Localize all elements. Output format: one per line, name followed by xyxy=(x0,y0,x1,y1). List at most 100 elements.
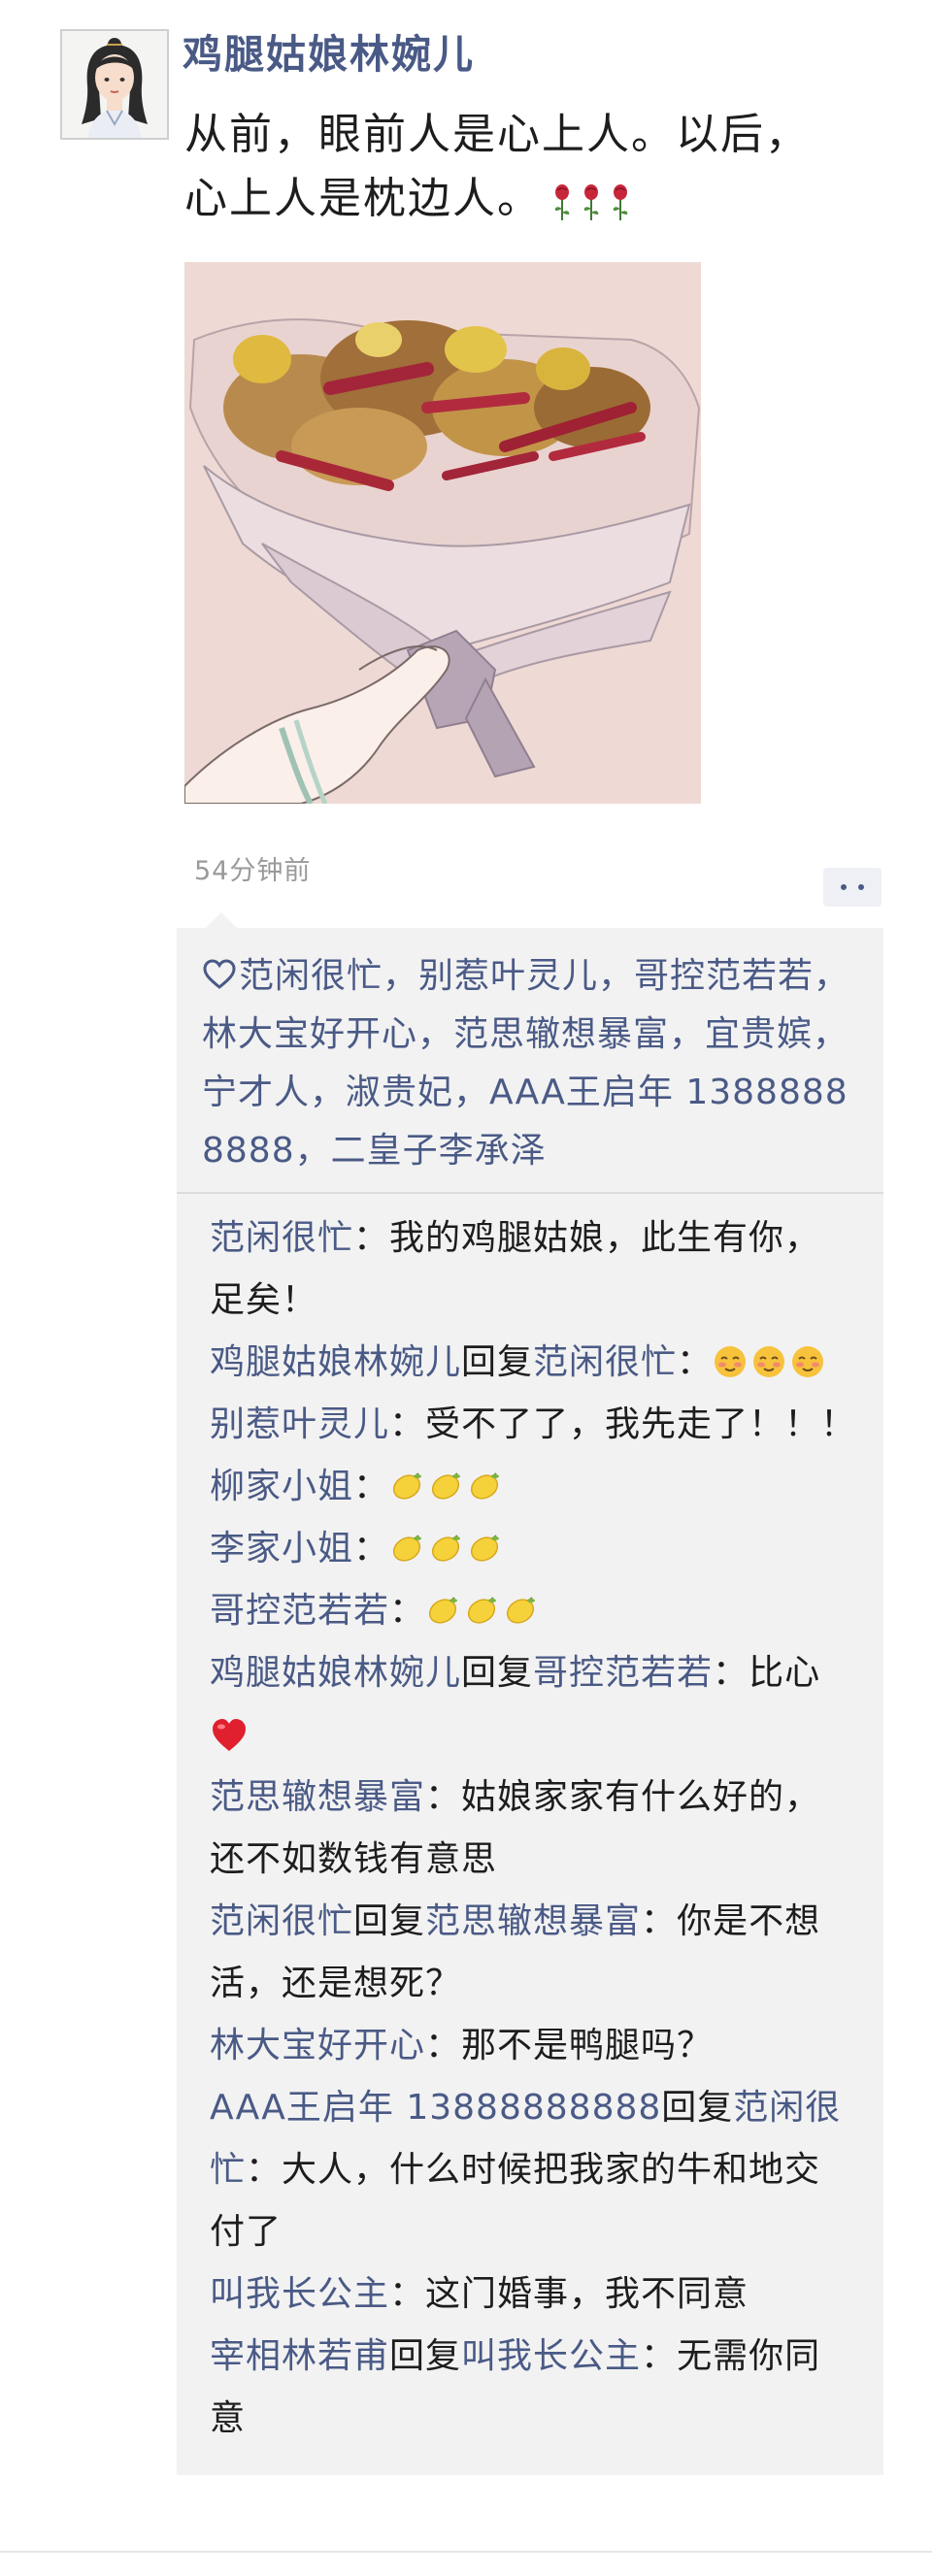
blush-face-icon xyxy=(792,1346,824,1377)
commenter-name[interactable]: 宰相林若甫 xyxy=(210,2336,389,2376)
avatar[interactable] xyxy=(60,29,169,140)
lemon-icon xyxy=(392,1472,422,1500)
lemon-icon xyxy=(431,1535,461,1562)
likes-comments-box: 范闲很忙，别惹叶灵儿，哥控范若若， 林大宝好开心，范思辙想暴富，宜贵嫔， 宁才人… xyxy=(177,928,883,2475)
heart-outline-icon xyxy=(203,959,236,989)
comment-text: 姑娘家家有什么好的， xyxy=(461,1777,821,1817)
likes-list: 范闲很忙，别惹叶灵儿，哥控范若若， 林大宝好开心，范思辙想暴富，宜贵嫔， 宁才人… xyxy=(177,928,883,1194)
comment-separator: ： xyxy=(389,2274,426,2314)
comment-separator: ： xyxy=(246,2150,283,2190)
commenter-name[interactable]: 鸡腿姑娘林婉儿 xyxy=(210,1653,461,1693)
likes-line[interactable]: 8888，二皇子李承泽 xyxy=(202,1122,858,1180)
comment-text: 比心 xyxy=(749,1653,821,1693)
comment-item[interactable]: 李家小姐： xyxy=(210,1518,858,1580)
comment-line: 忙：大人，什么时候把我家的牛和地交 xyxy=(210,2139,858,2201)
comment-separator: ： xyxy=(713,1653,749,1693)
comment-item[interactable]: 范闲很忙回复范思辙想暴富：你是不想 活，还是想死？ xyxy=(210,1891,858,2015)
comment-item[interactable]: 鸡腿姑娘林婉儿回复范闲很忙： xyxy=(210,1332,858,1394)
reply-target-name[interactable]: 叫我长公主 xyxy=(461,2336,641,2376)
lemon-icon xyxy=(470,1535,500,1562)
comment-separator: ： xyxy=(353,1529,390,1569)
comment-separator: ： xyxy=(389,1591,426,1631)
commenter-name[interactable]: 鸡腿姑娘林婉儿 xyxy=(210,1342,461,1382)
comment-text: 活，还是想死？ xyxy=(210,1964,462,2003)
comment-list: 范闲很忙：我的鸡腿姑娘，此生有你， 足矣！ 鸡腿姑娘林婉儿回复范闲很忙： 别惹叶… xyxy=(177,1194,883,2475)
comment-item[interactable]: 别惹叶灵儿：受不了了，我先走了！！！ xyxy=(210,1394,858,1456)
red-heart-icon xyxy=(213,1719,246,1751)
comment-item[interactable]: AAA王启年 13888888888回复范闲很 忙：大人，什么时候把我家的牛和地… xyxy=(210,2077,858,2263)
comment-line: 柳家小姐： xyxy=(210,1456,858,1518)
commenter-name[interactable]: 范闲很忙 xyxy=(210,1901,353,1941)
more-dots-icon xyxy=(841,884,847,890)
commenter-name[interactable]: 哥控范若若 xyxy=(210,1591,389,1631)
comment-item[interactable]: 林大宝好开心：那不是鸭腿吗？ xyxy=(210,2015,858,2077)
more-dots-icon xyxy=(858,884,864,890)
likes-line: 范闲很忙，别惹叶灵儿，哥控范若若， xyxy=(202,947,858,1006)
reply-target-name[interactable]: 范思辙想暴富 xyxy=(425,1901,641,1941)
reply-word: 回复 xyxy=(461,1653,534,1693)
comment-item[interactable]: 范闲很忙：我的鸡腿姑娘，此生有你， 足矣！ xyxy=(210,1207,858,1332)
rose-icon xyxy=(554,184,570,220)
rose-icon xyxy=(613,184,628,220)
commenter-name[interactable]: 范思辙想暴富 xyxy=(210,1777,425,1817)
comment-line: 叫我长公主：这门婚事，我不同意 xyxy=(210,2263,858,2326)
comment-separator: ： xyxy=(389,1404,426,1444)
post-text-line: 心上人是枕边人。 xyxy=(184,167,903,233)
comment-text: 那不是鸭腿吗？ xyxy=(461,2026,714,2065)
comment-line: 鸡腿姑娘林婉儿回复哥控范若若：比心 xyxy=(210,1642,858,1704)
comment-line: 范闲很忙回复范思辙想暴富：你是不想 xyxy=(210,1891,858,1953)
reply-target-name[interactable]: 范闲很 xyxy=(733,2088,841,2128)
reply-word: 回复 xyxy=(461,1342,534,1382)
comment-line: 哥控范若若： xyxy=(210,1580,858,1642)
rose-emojis xyxy=(548,169,635,233)
comment-separator: ： xyxy=(425,2026,462,2065)
post-text-line: 从前，眼前人是心上人。以后， xyxy=(184,110,810,159)
comment-item[interactable]: 鸡腿姑娘林婉儿回复哥控范若若：比心 xyxy=(210,1642,858,1767)
comment-text: 意 xyxy=(210,2398,247,2438)
comment-text: 足矣！ xyxy=(210,1280,318,1320)
comment-item[interactable]: 柳家小姐： xyxy=(210,1456,858,1518)
likes-line[interactable]: 林大宝好开心，范思辙想暴富，宜贵嫔， xyxy=(202,1006,858,1064)
more-button[interactable] xyxy=(823,868,882,907)
comment-line xyxy=(210,1704,858,1767)
post-image[interactable] xyxy=(184,262,701,804)
comment-separator: ： xyxy=(677,1342,714,1382)
likes-text[interactable]: 范闲很忙，别惹叶灵儿，哥控范若若， xyxy=(239,956,849,996)
reply-word: 回复 xyxy=(353,1901,426,1941)
comment-item[interactable]: 哥控范若若： xyxy=(210,1580,858,1642)
commenter-name[interactable]: 叫我长公主 xyxy=(210,2274,389,2314)
reply-target-name[interactable]: 忙 xyxy=(210,2150,246,2190)
lemon-icon xyxy=(431,1472,461,1500)
commenter-name[interactable]: 范闲很忙 xyxy=(210,1218,353,1258)
comment-line: 林大宝好开心：那不是鸭腿吗？ xyxy=(210,2015,858,2077)
reply-target-name[interactable]: 哥控范若若 xyxy=(533,1653,713,1693)
lemon-icon xyxy=(506,1597,536,1624)
commenter-name[interactable]: 林大宝好开心 xyxy=(210,2026,425,2065)
lemon-icon xyxy=(470,1472,500,1500)
blush-face-icon xyxy=(753,1346,785,1377)
comment-text: 受不了了，我先走了！！！ xyxy=(425,1404,857,1444)
rose-icon xyxy=(583,184,599,220)
likes-line[interactable]: 宁才人，淑贵妃，AAA王启年 1388888 xyxy=(202,1064,858,1122)
comment-separator: ： xyxy=(353,1218,390,1258)
commenter-name[interactable]: 柳家小姐 xyxy=(210,1467,353,1506)
comment-text: 你是不想 xyxy=(677,1901,821,1941)
blush-face-icon xyxy=(715,1346,747,1377)
comment-separator: ： xyxy=(353,1467,390,1506)
commenter-name[interactable]: 李家小姐 xyxy=(210,1529,353,1569)
comment-text: 付了 xyxy=(210,2212,283,2252)
comment-item[interactable]: 叫我长公主：这门婚事，我不同意 xyxy=(210,2263,858,2326)
commenter-name[interactable]: AAA王启年 13888888888 xyxy=(210,2088,661,2128)
comment-item[interactable]: 范思辙想暴富：姑娘家家有什么好的， 还不如数钱有意思 xyxy=(210,1767,858,1891)
comment-item[interactable]: 宰相林若甫回复叫我长公主：无需你同 意 xyxy=(210,2326,858,2450)
comment-separator: ： xyxy=(641,1901,678,1941)
author-name[interactable]: 鸡腿姑娘林婉儿 xyxy=(183,27,475,82)
comment-line: 范思辙想暴富：姑娘家家有什么好的， xyxy=(210,1767,858,1829)
comment-box-arrow xyxy=(206,912,237,928)
comment-text: 还不如数钱有意思 xyxy=(210,1839,498,1879)
commenter-name[interactable]: 别惹叶灵儿 xyxy=(210,1404,389,1444)
comment-text: 无需你同 xyxy=(677,2336,821,2376)
reply-target-name[interactable]: 范闲很忙 xyxy=(533,1342,677,1382)
lemon-icon xyxy=(428,1597,458,1624)
comment-separator: ： xyxy=(425,1777,462,1817)
